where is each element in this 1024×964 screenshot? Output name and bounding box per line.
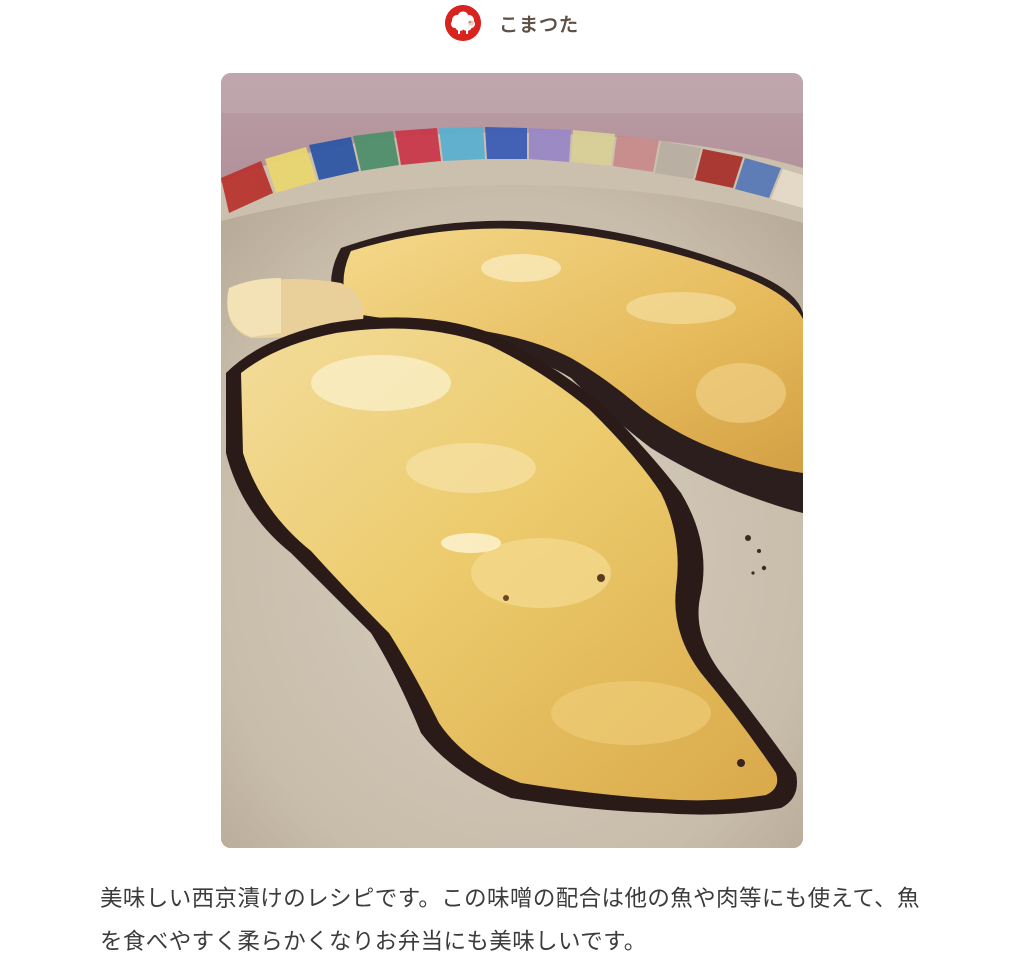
sheep-avatar-icon [444, 5, 481, 41]
recipe-photo[interactable] [221, 73, 803, 848]
fish-photo-image [221, 73, 803, 848]
author-avatar[interactable] [444, 5, 481, 41]
author-row[interactable]: こまつた [0, 4, 1024, 42]
recipe-description: 美味しい西京漬けのレシピです。この味噌の配合は他の魚や肉等にも使えて、魚を食べや… [100, 886, 920, 955]
author-name[interactable]: こまつた [499, 10, 579, 37]
